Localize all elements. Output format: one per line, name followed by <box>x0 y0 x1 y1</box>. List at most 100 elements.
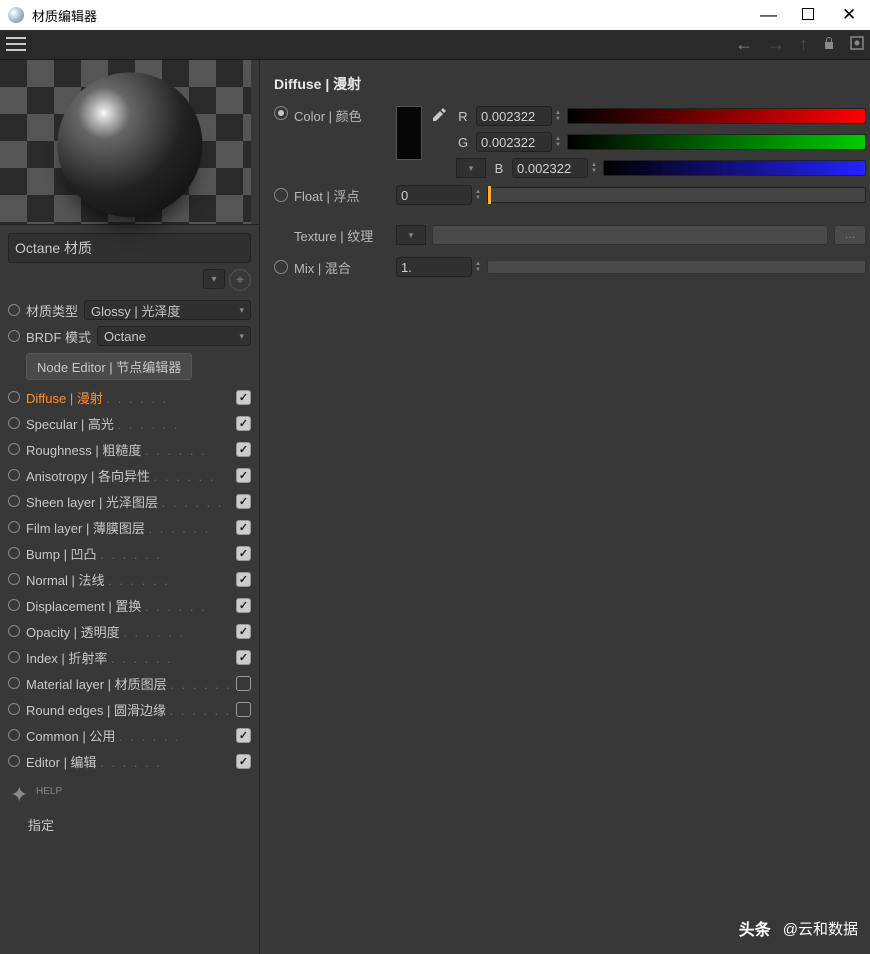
forward-icon[interactable]: → <box>767 34 785 55</box>
channel-checkbox[interactable] <box>236 390 251 405</box>
watermark-logo: 头条 <box>735 914 775 942</box>
anim-dot[interactable] <box>8 304 20 316</box>
channel-checkbox[interactable] <box>236 442 251 457</box>
channel-checkbox[interactable] <box>236 546 251 561</box>
help-icon[interactable]: ✦ <box>10 782 28 808</box>
channel-checkbox[interactable] <box>236 728 251 743</box>
float-spinner[interactable]: ▲▼ <box>475 189 481 201</box>
r-slider[interactable] <box>567 108 866 124</box>
channel-row[interactable]: Normal | 法线 . . . . . . <box>8 566 251 592</box>
anim-dot[interactable] <box>8 391 20 403</box>
b-slider[interactable] <box>603 160 866 176</box>
channel-row[interactable]: Bump | 凹凸 . . . . . . <box>8 540 251 566</box>
back-icon[interactable]: ← <box>735 34 753 55</box>
channel-label: Displacement | 置换 . . . . . . <box>26 596 230 615</box>
watermark: 头条 @云和数据 <box>735 914 858 942</box>
channel-label: Normal | 法线 . . . . . . <box>26 570 230 589</box>
channel-checkbox[interactable] <box>236 650 251 665</box>
node-editor-button[interactable]: Node Editor | 节点编辑器 <box>26 353 192 380</box>
channel-row[interactable]: Index | 折射率 . . . . . . <box>8 644 251 670</box>
anim-dot[interactable] <box>8 547 20 559</box>
anim-dot[interactable] <box>8 677 20 689</box>
channel-checkbox[interactable] <box>236 598 251 613</box>
up-icon[interactable]: ↑ <box>799 34 808 55</box>
anim-dot[interactable] <box>8 755 20 767</box>
assign-button[interactable]: 指定 <box>28 815 259 834</box>
mix-slider[interactable] <box>487 260 866 274</box>
channel-label: Roughness | 粗糙度 . . . . . . <box>26 440 230 459</box>
target-icon[interactable]: ⌖ <box>229 269 251 291</box>
channel-row[interactable]: Diffuse | 漫射 . . . . . . <box>8 384 251 410</box>
anim-dot[interactable] <box>8 625 20 637</box>
material-name-field[interactable]: Octane 材质 <box>8 233 251 263</box>
anim-dot[interactable] <box>8 729 20 741</box>
channel-checkbox[interactable] <box>236 416 251 431</box>
channel-row[interactable]: Roughness | 粗糙度 . . . . . . <box>8 436 251 462</box>
window-title: 材质编辑器 <box>32 6 97 25</box>
mix-spinner[interactable]: ▲▼ <box>475 261 481 273</box>
b-input[interactable]: 0.002322 <box>512 158 588 178</box>
mix-radio[interactable] <box>274 260 288 274</box>
panel-icon[interactable] <box>850 34 864 55</box>
material-type-combo[interactable]: Glossy | 光泽度▾ <box>84 300 251 320</box>
anim-dot[interactable] <box>8 599 20 611</box>
channel-label: Film layer | 薄膜图层 . . . . . . <box>26 518 230 537</box>
anim-dot[interactable] <box>8 573 20 585</box>
anim-dot[interactable] <box>8 443 20 455</box>
b-label: B <box>492 161 506 176</box>
channel-checkbox[interactable] <box>236 702 251 717</box>
r-spinner[interactable]: ▲▼ <box>555 110 561 122</box>
g-spinner[interactable]: ▲▼ <box>555 136 561 148</box>
maximize-button[interactable] <box>802 8 814 20</box>
anim-dot[interactable] <box>8 469 20 481</box>
lock-icon[interactable] <box>822 34 836 55</box>
b-swatch-combo[interactable]: ▾ <box>456 158 486 178</box>
anim-dot[interactable] <box>8 495 20 507</box>
color-radio[interactable] <box>274 106 288 120</box>
anim-dot[interactable] <box>8 521 20 533</box>
g-input[interactable]: 0.002322 <box>476 132 552 152</box>
g-label: G <box>456 135 470 150</box>
channel-row[interactable]: Sheen layer | 光泽图层 . . . . . . <box>8 488 251 514</box>
anim-dot[interactable] <box>8 703 20 715</box>
float-radio[interactable] <box>274 188 288 202</box>
g-slider[interactable] <box>567 134 866 150</box>
texture-browse-button[interactable]: … <box>834 225 866 245</box>
brdf-combo[interactable]: Octane▾ <box>97 326 251 346</box>
channel-checkbox[interactable] <box>236 754 251 769</box>
texture-path-field[interactable] <box>432 225 828 245</box>
channel-row[interactable]: Displacement | 置换 . . . . . . <box>8 592 251 618</box>
channel-checkbox[interactable] <box>236 572 251 587</box>
float-input[interactable]: 0 <box>396 185 472 205</box>
anim-dot[interactable] <box>8 651 20 663</box>
channel-row[interactable]: Round edges | 圆滑边缘 . . . . . . <box>8 696 251 722</box>
mix-input[interactable]: 1. <box>396 257 472 277</box>
color-swatch[interactable] <box>396 106 422 160</box>
help-label: HELP <box>36 786 259 797</box>
channel-checkbox[interactable] <box>236 494 251 509</box>
anim-dot[interactable] <box>8 330 20 342</box>
b-spinner[interactable]: ▲▼ <box>591 162 597 174</box>
channel-row[interactable]: Editor | 编辑 . . . . . . <box>8 748 251 774</box>
channel-row[interactable]: Film layer | 薄膜图层 . . . . . . <box>8 514 251 540</box>
r-input[interactable]: 0.002322 <box>476 106 552 126</box>
anim-dot[interactable] <box>8 417 20 429</box>
channel-row[interactable]: Anisotropy | 各向异性 . . . . . . <box>8 462 251 488</box>
preview-size-combo[interactable]: ▾ <box>203 269 225 289</box>
channel-checkbox[interactable] <box>236 676 251 691</box>
close-button[interactable]: ✕ <box>842 8 856 22</box>
material-preview[interactable] <box>0 60 259 225</box>
channel-checkbox[interactable] <box>236 624 251 639</box>
channel-checkbox[interactable] <box>236 468 251 483</box>
menu-icon[interactable] <box>6 37 26 53</box>
channel-row[interactable]: Opacity | 透明度 . . . . . . <box>8 618 251 644</box>
eyedropper-icon[interactable] <box>430 106 448 129</box>
channel-row[interactable]: Common | 公用 . . . . . . <box>8 722 251 748</box>
channel-row[interactable]: Material layer | 材质图层 . . . . . . <box>8 670 251 696</box>
channel-row[interactable]: Specular | 高光 . . . . . . <box>8 410 251 436</box>
texture-arrow-button[interactable]: ▾ <box>396 225 426 245</box>
channel-checkbox[interactable] <box>236 520 251 535</box>
float-slider[interactable] <box>487 187 866 203</box>
minimize-button[interactable]: — <box>760 8 774 22</box>
channel-label: Bump | 凹凸 . . . . . . <box>26 544 230 563</box>
